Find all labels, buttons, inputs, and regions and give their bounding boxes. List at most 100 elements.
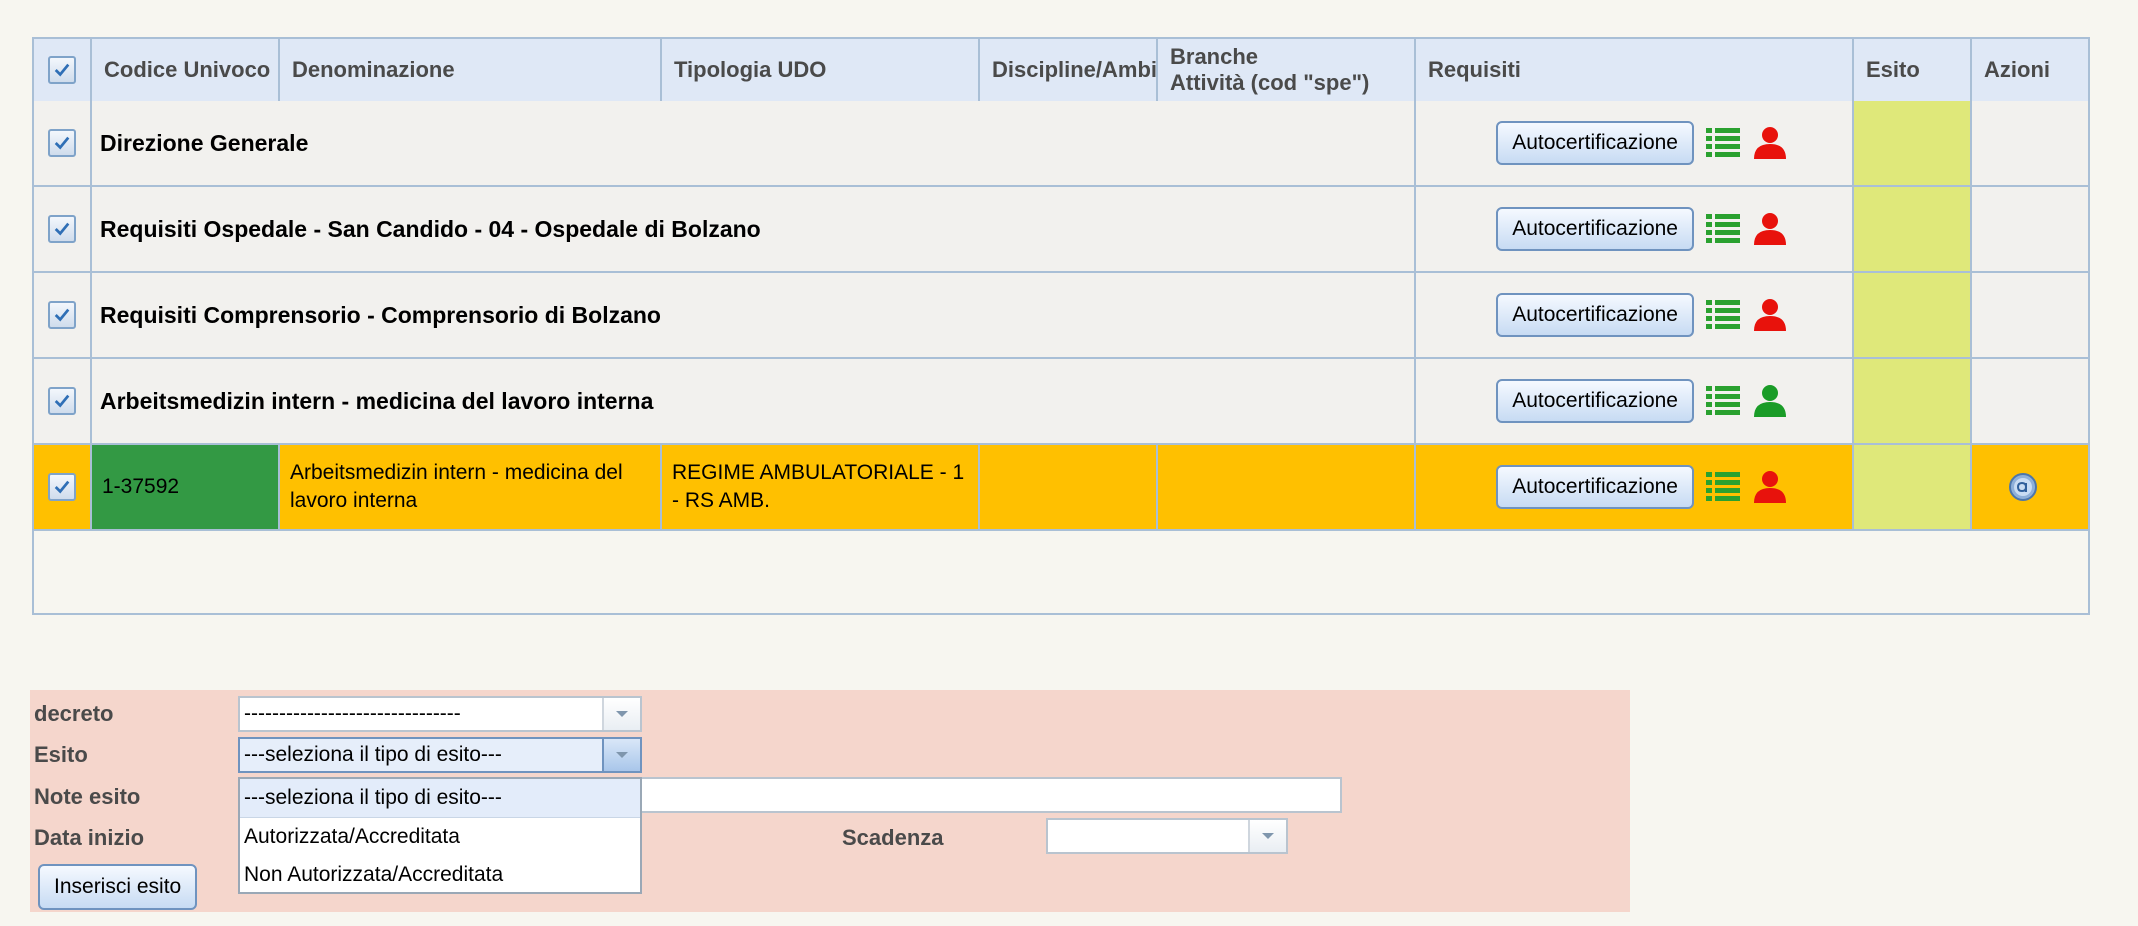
requisiti-cell: Autocertificazione (1416, 359, 1854, 443)
row-checkbox-cell (34, 359, 92, 443)
column-header-denominazione[interactable]: Denominazione (280, 39, 662, 101)
autocertificazione-button[interactable]: Autocertificazione (1496, 207, 1694, 251)
esito-cell (1854, 187, 1972, 271)
user-icon-head (1762, 127, 1778, 143)
select-all-checkbox[interactable] (48, 56, 76, 84)
autocertificazione-button[interactable]: Autocertificazione (1496, 379, 1694, 423)
codice-cell: 1-37592 (92, 445, 280, 529)
checkbox-checked-icon (53, 61, 71, 79)
row-checkbox[interactable] (48, 301, 76, 329)
column-header-esito[interactable]: Esito (1854, 39, 1972, 101)
row-checkbox[interactable] (48, 387, 76, 415)
data-inizio-label: Data inizio (34, 825, 145, 850)
requisiti-cell: Autocertificazione (1416, 101, 1854, 185)
decreto-select[interactable]: ------------------------------- (238, 696, 642, 732)
group-row: Requisiti Comprensorio - Comprensorio di… (34, 273, 2088, 359)
chevron-down-icon[interactable] (602, 739, 640, 771)
user-icon[interactable] (1752, 298, 1788, 332)
row-checkbox-cell (34, 187, 92, 271)
group-title: Requisiti Ospedale - San Candido - 04 - … (100, 215, 761, 242)
autocertificazione-button[interactable]: Autocertificazione (1496, 465, 1694, 509)
note-esito-label: Note esito (34, 784, 141, 809)
row-checkbox-cell (34, 101, 92, 185)
decreto-label: decreto (34, 701, 114, 726)
codice-value: 1-37592 (102, 475, 180, 498)
row-checkbox[interactable] (48, 129, 76, 157)
checkbox-checked-icon (53, 392, 71, 410)
esito-label: Esito (34, 742, 88, 767)
grid-header: Codice Univoco Denominazione Tipologia U… (34, 39, 2088, 103)
group-title: Direzione Generale (100, 129, 309, 156)
list-icon[interactable] (1706, 385, 1740, 417)
esito-dropdown-list: ---seleziona il tipo di esito--- Autoriz… (238, 777, 642, 894)
esito-option[interactable]: Autorizzata/Accreditata (240, 818, 640, 856)
esito-cell (1854, 101, 1972, 185)
column-header-discipline[interactable]: Discipline/Ambiti (980, 39, 1158, 101)
tipologia-value: REGIME AMBULATORIALE - 1 - RS AMB. (672, 461, 965, 512)
requisiti-grid: Codice Univoco Denominazione Tipologia U… (32, 37, 2090, 615)
user-icon[interactable] (1752, 470, 1788, 504)
group-row: Arbeitsmedizin intern - medicina del lav… (34, 359, 2088, 445)
list-icon[interactable] (1706, 471, 1740, 503)
user-icon[interactable] (1752, 126, 1788, 160)
checkbox-checked-icon (53, 306, 71, 324)
esito-select-value: ---seleziona il tipo di esito--- (244, 743, 502, 766)
checkbox-checked-icon (53, 478, 71, 496)
requisiti-cell: Autocertificazione (1416, 273, 1854, 357)
column-header-requisiti[interactable]: Requisiti (1416, 39, 1854, 101)
esito-cell (1854, 359, 1972, 443)
azioni-cell (1972, 101, 2088, 185)
requisiti-cell: Autocertificazione (1416, 445, 1854, 529)
esito-cell (1854, 445, 1972, 529)
denominazione-cell: Arbeitsmedizin intern - medicina del lav… (280, 445, 662, 529)
info-circle-icon[interactable] (2008, 472, 2038, 502)
branche-header-line1: Branche (1170, 44, 1259, 69)
azioni-cell (1972, 359, 2088, 443)
row-checkbox-cell (34, 445, 92, 529)
requisiti-cell: Autocertificazione (1416, 187, 1854, 271)
inserisci-esito-button[interactable]: Inserisci esito (38, 864, 198, 910)
autocertificazione-button[interactable]: Autocertificazione (1496, 121, 1694, 165)
branche-header-line2: Attività (cod "spe") (1170, 70, 1370, 95)
autocertificazione-button[interactable]: Autocertificazione (1496, 293, 1694, 337)
user-icon[interactable] (1752, 212, 1788, 246)
discipline-cell (980, 445, 1158, 529)
select-all-cell (34, 39, 92, 101)
group-row: Direzione Generale Autocertificazione (34, 101, 2088, 187)
row-checkbox[interactable] (48, 215, 76, 243)
list-icon[interactable] (1706, 299, 1740, 331)
esito-option[interactable]: Non Autorizzata/Accreditata (240, 856, 640, 894)
chevron-down-icon[interactable] (602, 698, 640, 730)
group-title-cell: Requisiti Comprensorio - Comprensorio di… (92, 273, 1416, 357)
scadenza-label: Scadenza (842, 825, 944, 850)
decreto-select-value: ------------------------------- (244, 702, 461, 725)
column-header-tipologia[interactable]: Tipologia UDO (662, 39, 980, 101)
row-checkbox-cell (34, 273, 92, 357)
group-title-cell: Direzione Generale (92, 101, 1416, 185)
esito-select[interactable]: ---seleziona il tipo di esito--- (238, 737, 642, 773)
chevron-down-icon[interactable] (1248, 820, 1286, 852)
table-row[interactable]: 1-37592 Arbeitsmedizin intern - medicina… (34, 445, 2088, 531)
list-icon[interactable] (1706, 127, 1740, 159)
branche-cell (1158, 445, 1416, 529)
group-title-cell: Requisiti Ospedale - San Candido - 04 - … (92, 187, 1416, 271)
azioni-cell (1972, 187, 2088, 271)
user-icon[interactable] (1752, 384, 1788, 418)
group-title: Arbeitsmedizin intern - medicina del lav… (100, 387, 654, 414)
esito-cell (1854, 273, 1972, 357)
tipologia-cell: REGIME AMBULATORIALE - 1 - RS AMB. (662, 445, 980, 529)
esito-option[interactable]: ---seleziona il tipo di esito--- (240, 779, 640, 818)
list-icon[interactable] (1706, 213, 1740, 245)
checkbox-checked-icon (53, 220, 71, 238)
row-checkbox[interactable] (48, 473, 76, 501)
group-title-cell: Arbeitsmedizin intern - medicina del lav… (92, 359, 1416, 443)
group-title: Requisiti Comprensorio - Comprensorio di… (100, 301, 661, 328)
column-header-branche[interactable]: Branche Attività (cod "spe") (1158, 39, 1416, 101)
group-row: Requisiti Ospedale - San Candido - 04 - … (34, 187, 2088, 273)
denominazione-value: Arbeitsmedizin intern - medicina del lav… (290, 461, 623, 512)
column-header-azioni: Azioni (1984, 57, 2050, 82)
azioni-cell (1972, 273, 2088, 357)
column-header-codice[interactable]: Codice Univoco (92, 39, 280, 101)
azioni-cell (1972, 445, 2088, 529)
scadenza-select[interactable] (1046, 818, 1288, 854)
